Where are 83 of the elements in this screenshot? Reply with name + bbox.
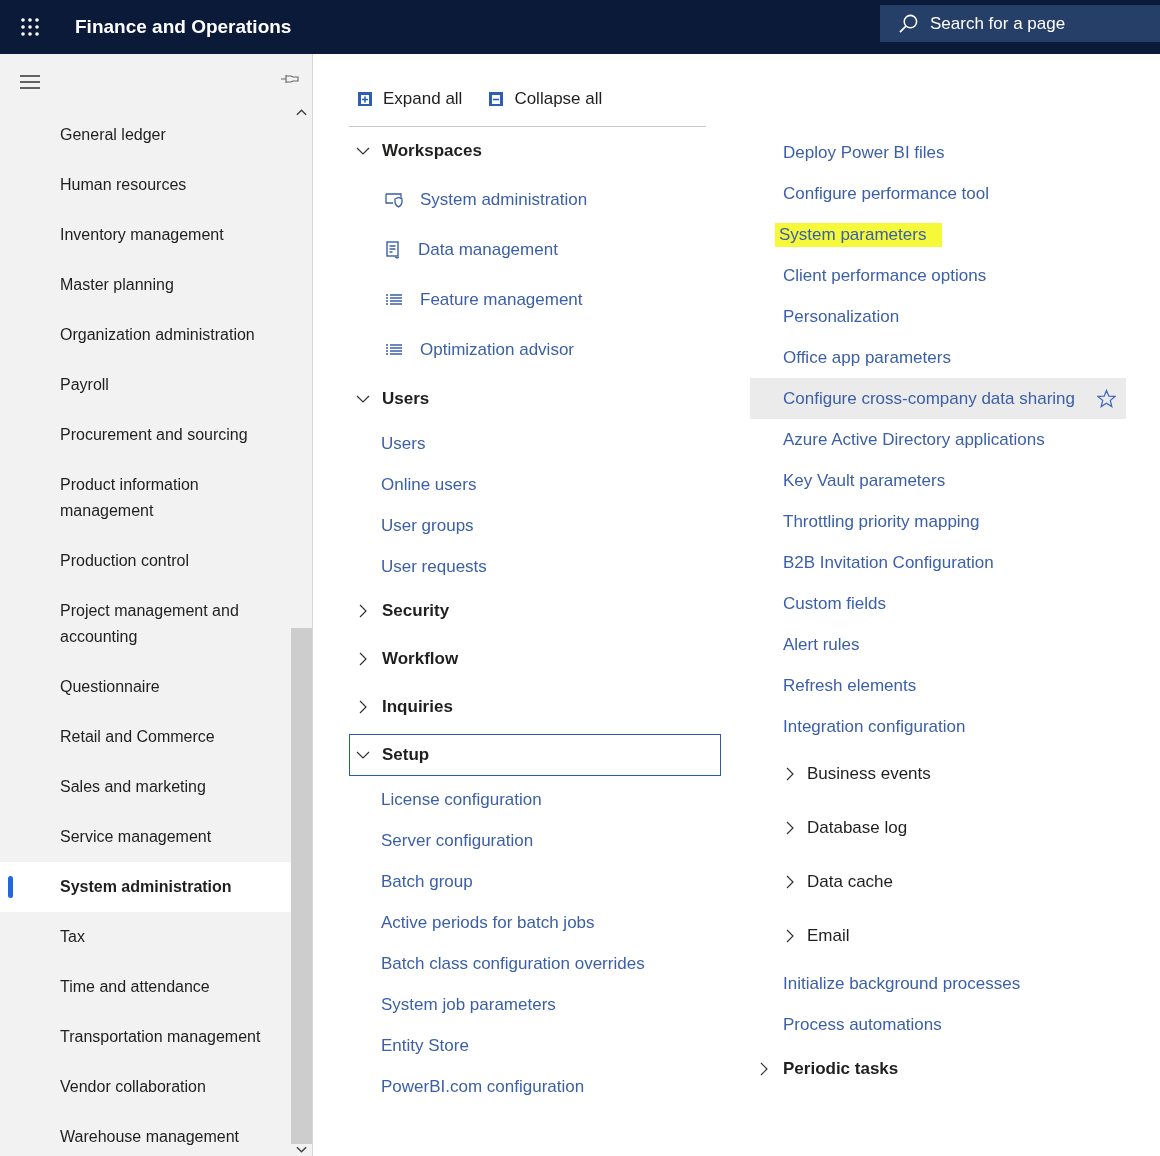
module-item[interactable]: Production control [0, 536, 291, 586]
module-item[interactable]: Master planning [0, 260, 291, 310]
menu-link[interactable]: Initialize background processes [783, 973, 1021, 994]
menu-link[interactable]: Personalization [783, 306, 900, 327]
section-toggle[interactable]: Users [349, 375, 721, 423]
module-item[interactable]: Inventory management [0, 210, 291, 260]
menu-link[interactable]: B2B Invitation Configuration [783, 552, 994, 573]
section-toggle[interactable]: Periodic tasks [750, 1045, 1126, 1093]
scroll-up-icon[interactable] [296, 108, 307, 116]
menu-link[interactable]: Online users [381, 474, 477, 495]
menu-link[interactable]: Deploy Power BI files [783, 142, 945, 163]
module-item[interactable]: Procurement and sourcing [0, 410, 291, 460]
menu-link[interactable]: Server configuration [381, 830, 534, 851]
menu-icon[interactable] [20, 75, 40, 89]
scroll-down-icon[interactable] [296, 1146, 307, 1154]
app-title: Finance and Operations [75, 16, 292, 38]
module-item[interactable]: System administration [0, 862, 291, 912]
collapse-all-button[interactable]: Collapse all [488, 89, 603, 109]
module-item[interactable]: Project management and accounting [0, 586, 291, 662]
module-item[interactable]: Warehouse management [0, 1112, 291, 1156]
list-icon [385, 343, 403, 357]
section-toggle[interactable]: Setup [349, 734, 721, 776]
menu-link[interactable]: Alert rules [783, 634, 860, 655]
workspace-link[interactable]: Feature management [420, 290, 583, 310]
workspace-link[interactable]: Optimization advisor [420, 340, 574, 360]
document-icon [385, 241, 401, 259]
app-launcher-icon[interactable] [20, 17, 40, 37]
menu-link[interactable]: Configure performance tool [783, 183, 989, 204]
menu-link[interactable]: Active periods for batch jobs [381, 912, 595, 933]
section-toggle[interactable]: Workspaces [349, 127, 721, 175]
window-shield-icon [385, 192, 403, 208]
subsection-toggle[interactable]: Email [750, 909, 1126, 963]
menu-link[interactable]: Client performance options [783, 265, 987, 286]
module-item[interactable]: Retail and Commerce [0, 712, 291, 762]
scrollbar-thumb[interactable] [291, 628, 312, 1144]
search-icon [898, 13, 919, 34]
module-item[interactable]: Transportation management [0, 1012, 291, 1062]
module-item[interactable]: Organization administration [0, 310, 291, 360]
section-toggle[interactable]: Inquiries [349, 683, 721, 731]
menu-link[interactable]: Users [381, 433, 426, 454]
menu-link[interactable]: Batch class configuration overrides [381, 953, 645, 974]
menu-link[interactable]: Process automations [783, 1014, 942, 1035]
module-item[interactable]: Questionnaire [0, 662, 291, 712]
module-item[interactable]: Human resources [0, 160, 291, 210]
menu-link[interactable]: Integration configuration [783, 716, 966, 737]
collapse-icon [488, 91, 505, 107]
module-item[interactable]: Tax [0, 912, 291, 962]
menu-link[interactable]: Office app parameters [783, 347, 951, 368]
section-toggle[interactable]: Workflow [349, 635, 721, 683]
workspace-link[interactable]: System administration [420, 190, 588, 210]
subsection-toggle[interactable]: Business events [750, 747, 1126, 801]
menu-link[interactable]: Azure Active Directory applications [783, 429, 1045, 450]
selection-indicator [8, 876, 13, 898]
subsection-toggle[interactable]: Data cache [750, 855, 1126, 909]
menu-link[interactable]: User requests [381, 556, 487, 577]
menu-link[interactable]: System job parameters [381, 994, 556, 1015]
module-item[interactable]: General ledger [0, 110, 291, 160]
module-item[interactable]: Service management [0, 812, 291, 862]
workspace-link[interactable]: Data management [418, 240, 558, 260]
module-item[interactable]: Product information management [0, 460, 291, 536]
menu-link[interactable]: Custom fields [783, 593, 886, 614]
expand-all-button[interactable]: Expand all [357, 89, 463, 109]
menu-link[interactable]: PowerBI.com configuration [381, 1076, 585, 1097]
menu-link[interactable]: Throttling priority mapping [783, 511, 980, 532]
search-field[interactable]: Search for a page [880, 5, 1160, 42]
menu-link[interactable]: License configuration [381, 789, 542, 810]
module-item[interactable]: Sales and marketing [0, 762, 291, 812]
pin-icon[interactable] [281, 73, 299, 85]
menu-link[interactable]: User groups [381, 515, 474, 536]
menu-link[interactable]: Batch group [381, 871, 473, 892]
module-item[interactable]: Payroll [0, 360, 291, 410]
expand-icon [357, 91, 373, 107]
menu-link[interactable]: System parameters [775, 222, 943, 247]
menu-link[interactable]: Entity Store [381, 1035, 469, 1056]
module-item[interactable]: Vendor collaboration [0, 1062, 291, 1112]
star-icon[interactable] [1097, 389, 1116, 408]
section-toggle[interactable]: Security [349, 587, 721, 635]
list-icon [385, 293, 403, 307]
menu-link[interactable]: Refresh elements [783, 675, 917, 696]
subsection-toggle[interactable]: Database log [750, 801, 1126, 855]
scrollbar[interactable] [291, 106, 312, 1156]
module-item[interactable]: Time and attendance [0, 962, 291, 1012]
menu-link[interactable]: Key Vault parameters [783, 470, 946, 491]
